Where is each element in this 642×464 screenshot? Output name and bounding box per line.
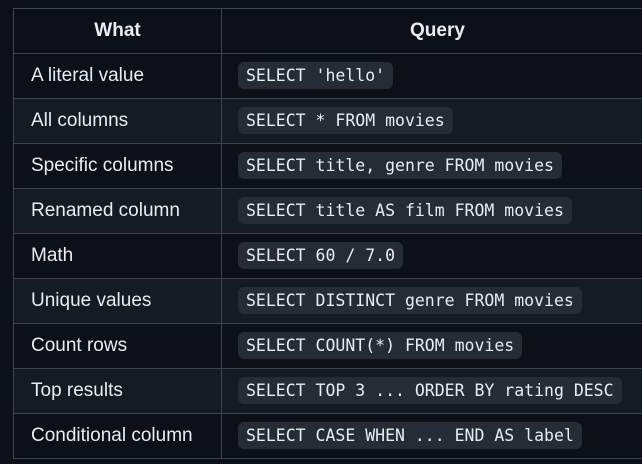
- query-cell: SELECT * FROM movies: [221, 98, 642, 144]
- what-cell: Math: [13, 233, 222, 279]
- table-row: Count rows SELECT COUNT(*) FROM movies: [13, 323, 642, 369]
- table-row: All columns SELECT * FROM movies: [13, 98, 642, 144]
- table-header: What Query: [13, 8, 642, 54]
- query-code: SELECT title, genre FROM movies: [238, 152, 562, 179]
- table-body: A literal value SELECT 'hello' All colum…: [13, 53, 642, 459]
- query-cell: SELECT title, genre FROM movies: [221, 143, 642, 189]
- table-row: Top results SELECT TOP 3 ... ORDER BY ra…: [13, 368, 642, 414]
- table-row: A literal value SELECT 'hello': [13, 53, 642, 99]
- query-code: SELECT title AS film FROM movies: [238, 197, 572, 224]
- table-row: Math SELECT 60 / 7.0: [13, 233, 642, 279]
- table-row: Renamed column SELECT title AS film FROM…: [13, 188, 642, 234]
- query-cell: SELECT COUNT(*) FROM movies: [221, 323, 642, 369]
- what-cell: Count rows: [13, 323, 222, 369]
- query-table-container: What Query A literal value SELECT 'hello…: [13, 8, 642, 459]
- query-code: SELECT COUNT(*) FROM movies: [238, 332, 523, 359]
- table-row: Conditional column SELECT CASE WHEN ... …: [13, 413, 642, 459]
- header-query: Query: [221, 8, 642, 54]
- header-row: What Query: [13, 8, 642, 54]
- what-cell: Unique values: [13, 278, 222, 324]
- query-cell: SELECT 60 / 7.0: [221, 233, 642, 279]
- query-code: SELECT CASE WHEN ... END AS label: [238, 422, 582, 449]
- query-code: SELECT DISTINCT genre FROM movies: [238, 287, 582, 314]
- query-cell: SELECT DISTINCT genre FROM movies: [221, 278, 642, 324]
- what-cell: Renamed column: [13, 188, 222, 234]
- header-what: What: [13, 8, 222, 54]
- what-cell: All columns: [13, 98, 222, 144]
- sql-query-table: What Query A literal value SELECT 'hello…: [13, 8, 642, 459]
- what-cell: Specific columns: [13, 143, 222, 189]
- query-cell: SELECT title AS film FROM movies: [221, 188, 642, 234]
- what-cell: Top results: [13, 368, 222, 414]
- what-cell: A literal value: [13, 53, 222, 99]
- query-code: SELECT 'hello': [238, 62, 394, 89]
- query-cell: SELECT CASE WHEN ... END AS label: [221, 413, 642, 459]
- query-code: SELECT TOP 3 ... ORDER BY rating DESC: [238, 377, 622, 404]
- query-cell: SELECT 'hello': [221, 53, 642, 99]
- query-code: SELECT 60 / 7.0: [238, 242, 404, 269]
- table-row: Specific columns SELECT title, genre FRO…: [13, 143, 642, 189]
- query-code: SELECT * FROM movies: [238, 107, 453, 134]
- query-cell: SELECT TOP 3 ... ORDER BY rating DESC: [221, 368, 642, 414]
- what-cell: Conditional column: [13, 413, 222, 459]
- table-row: Unique values SELECT DISTINCT genre FROM…: [13, 278, 642, 324]
